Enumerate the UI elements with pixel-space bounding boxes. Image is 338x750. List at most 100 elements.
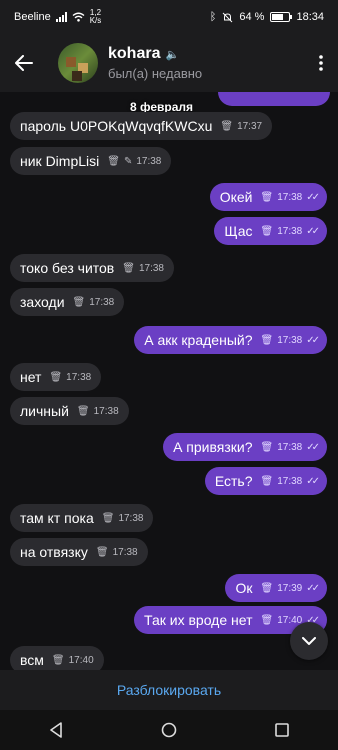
message-time: 17:38: [277, 334, 303, 346]
message-bubble-outgoing-partial[interactable]: [218, 92, 330, 106]
message-time: 17:38: [138, 262, 164, 274]
carrier-label: Beeline: [14, 11, 51, 23]
more-options-icon[interactable]: [304, 34, 338, 92]
message-time: 17:38: [277, 475, 303, 487]
muted-icon: 🔈: [165, 48, 180, 61]
chat-header: kohara 🔈 был(а) недавно: [0, 34, 338, 92]
message-bubble-outgoing[interactable]: А акк краденый? 🗑 17:38 ✓✓: [134, 326, 327, 354]
message-time: 17:37: [237, 120, 263, 132]
message-bubble-incoming[interactable]: там кт пока 🗑 17:38: [10, 504, 154, 532]
message-list[interactable]: 8 февраля пароль U0POKqWqvqfKWCxu 🗑 17:37…: [0, 92, 338, 670]
trash-icon: 🗑: [260, 191, 274, 203]
message-time: 17:38: [277, 441, 303, 453]
message-text: А привязки?: [173, 439, 253, 455]
double-check-icon: ✓✓: [306, 334, 320, 346]
trash-icon: 🗑: [107, 155, 120, 167]
message-time: 17:38: [93, 405, 119, 417]
message-bubble-outgoing[interactable]: Есть? 🗑 17:38 ✓✓: [204, 467, 327, 495]
message-time: 17:38: [89, 296, 115, 308]
message-text: Так их вроде нет: [144, 612, 253, 628]
message-bubble-incoming[interactable]: заходи 🗑 17:38: [10, 288, 125, 316]
message-bubble-incoming[interactable]: ник DimpLisi 🗑 ✎ 17:38: [10, 147, 172, 175]
double-check-icon: ✓✓: [306, 475, 320, 487]
unblock-button[interactable]: Разблокировать: [117, 682, 221, 698]
message-time: 17:38: [118, 512, 144, 524]
status-left: Beeline 1,2 K/s: [14, 9, 101, 25]
mute-bell-icon: [223, 12, 233, 22]
speed-unit: K/s: [89, 16, 102, 25]
unblock-bar: Разблокировать: [0, 670, 338, 710]
trash-icon: 🗑: [260, 475, 274, 487]
status-right: ᛒ 64 % 18:34: [210, 11, 324, 23]
status-bar: Beeline 1,2 K/s ᛒ 64 % 18:34: [0, 0, 338, 34]
message-text: Есть?: [214, 473, 253, 489]
trash-icon: 🗑: [72, 296, 86, 308]
message-text: на отвязку: [20, 544, 88, 560]
trash-icon: 🗑: [49, 371, 63, 383]
clock: 18:34: [296, 11, 324, 23]
message-bubble-incoming[interactable]: токо без читов 🗑 17:38: [10, 254, 174, 282]
message-bubble-incoming[interactable]: личный 🗑 17:38: [10, 397, 129, 425]
signal-icon: [55, 12, 67, 22]
message-time: 17:38: [277, 191, 303, 203]
nav-home-icon[interactable]: [161, 722, 177, 738]
message-text: А акк краденый?: [144, 332, 253, 348]
message-time: 17:39: [277, 582, 303, 594]
message-bubble-outgoing[interactable]: Окей 🗑 17:38 ✓✓: [209, 183, 327, 211]
double-check-icon: ✓✓: [306, 225, 320, 237]
message-text: Ок: [235, 580, 253, 596]
contact-name: kohara: [108, 45, 161, 62]
trash-icon: 🗑: [220, 120, 234, 132]
trash-icon: 🗑: [51, 654, 65, 666]
trash-icon: 🗑: [122, 262, 135, 274]
nav-recents-icon[interactable]: [275, 723, 289, 737]
pencil-icon: ✎: [123, 155, 133, 167]
message-text: токо без читов: [20, 260, 115, 276]
message-text: Щас: [224, 223, 253, 239]
message-text: личный: [20, 403, 69, 419]
trash-icon: 🗑: [260, 225, 274, 237]
trash-icon: 🗑: [260, 334, 274, 346]
message-bubble-outgoing[interactable]: А привязки? 🗑 17:38 ✓✓: [163, 433, 327, 461]
trash-icon: 🗑: [260, 441, 274, 453]
avatar[interactable]: [58, 43, 98, 83]
message-time: 17:38: [66, 371, 92, 383]
message-text: там кт пока: [20, 510, 94, 526]
message-time: 17:40: [68, 654, 94, 666]
message-text: всм: [20, 652, 44, 668]
back-arrow-icon[interactable]: [0, 34, 48, 92]
message-bubble-outgoing[interactable]: Ок 🗑 17:39 ✓✓: [225, 574, 327, 602]
message-bubble-incoming[interactable]: на отвязку 🗑 17:38: [10, 538, 148, 566]
battery-percent: 64 %: [239, 11, 265, 23]
last-seen-status: был(а) недавно: [108, 66, 203, 81]
trash-icon: 🗑: [101, 512, 115, 524]
message-bubble-incoming[interactable]: пароль U0POKqWqvqfKWCxu 🗑 17:37: [10, 112, 273, 140]
message-bubble-incoming[interactable]: всм 🗑 17:40: [10, 646, 104, 670]
double-check-icon: ✓✓: [306, 582, 320, 594]
message-text: пароль U0POKqWqvqfKWCxu: [20, 118, 213, 134]
message-text: ник DimpLisi: [20, 153, 100, 169]
message-bubble-outgoing[interactable]: Щас 🗑 17:38 ✓✓: [214, 217, 327, 245]
trash-icon: 🗑: [260, 614, 274, 626]
message-text: Окей: [219, 189, 253, 205]
nav-back-icon[interactable]: [49, 722, 63, 738]
system-nav-bar: [0, 710, 338, 750]
message-time: 17:38: [112, 546, 138, 558]
chevron-down-icon: [302, 637, 316, 645]
bluetooth-icon: ᛒ: [209, 11, 217, 23]
double-check-icon: ✓✓: [306, 441, 320, 453]
scroll-down-button[interactable]: [290, 622, 328, 660]
trash-icon: 🗑: [76, 405, 90, 417]
trash-icon: 🗑: [95, 546, 109, 558]
double-check-icon: ✓✓: [306, 191, 320, 203]
battery-icon: [270, 12, 293, 22]
message-time: 17:38: [277, 225, 303, 237]
trash-icon: 🗑: [260, 582, 274, 594]
network-speed: 1,2 K/s: [90, 9, 102, 25]
message-time: 17:38: [136, 155, 162, 167]
message-text: нет: [20, 369, 42, 385]
wifi-icon: [72, 12, 85, 22]
message-text: заходи: [20, 294, 65, 310]
chat-title-block[interactable]: kohara 🔈 был(а) недавно: [108, 45, 304, 81]
message-bubble-incoming[interactable]: нет 🗑 17:38: [10, 363, 102, 391]
